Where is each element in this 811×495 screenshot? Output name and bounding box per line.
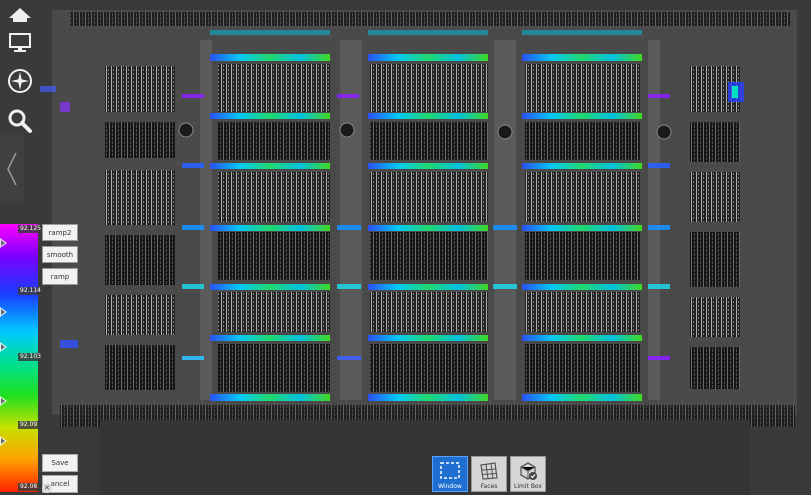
ramp2-button[interactable]: ramp2 xyxy=(42,224,78,241)
ramp-slider-handle[interactable] xyxy=(0,238,7,248)
ramp-label-2: 92.114 xyxy=(18,287,43,295)
close-icon[interactable]: ✕ xyxy=(42,483,52,493)
faces-select-button[interactable]: Faces xyxy=(471,456,507,492)
home-icon xyxy=(9,8,31,22)
grid-faces-icon xyxy=(480,462,498,480)
chevron-left-icon xyxy=(7,152,17,186)
compass-icon xyxy=(8,69,32,93)
window-select-label: Window xyxy=(438,483,462,490)
search-button[interactable] xyxy=(5,106,35,136)
elevation-color-ramp: 92.125 92.114 92.103 92.09 92.08 xyxy=(0,224,43,492)
save-button[interactable]: Save xyxy=(42,454,78,472)
window-select-icon xyxy=(440,462,460,479)
window-select-button[interactable]: Window xyxy=(432,456,468,492)
ramp-slider-handle[interactable] xyxy=(0,342,7,352)
view-button[interactable] xyxy=(5,28,35,58)
faces-select-label: Faces xyxy=(480,483,498,490)
limit-box-icon xyxy=(520,462,537,480)
ramp-label-4: 92.09 xyxy=(18,421,40,429)
limit-box-label: Limit Box xyxy=(514,483,542,490)
ramp-label-min: 92.08 xyxy=(18,483,40,491)
navigate-button[interactable] xyxy=(5,66,35,96)
limit-box-button[interactable]: Limit Box xyxy=(510,456,546,492)
smooth-button[interactable]: smooth xyxy=(42,246,78,263)
ramp-slider-handle[interactable] xyxy=(0,307,7,317)
ramp-button[interactable]: ramp xyxy=(42,268,78,285)
panel-collapse-tab[interactable] xyxy=(0,135,24,203)
ramp-label-3: 92.103 xyxy=(18,353,43,361)
monitor-icon xyxy=(9,33,31,52)
ramp-slider-handle[interactable] xyxy=(0,396,7,406)
point-cloud-viewport[interactable] xyxy=(0,0,811,495)
ramp-label-max: 92.125 xyxy=(18,225,43,233)
ramp-slider-handle[interactable] xyxy=(0,436,7,446)
home-button[interactable] xyxy=(5,0,35,30)
search-icon xyxy=(8,109,32,133)
